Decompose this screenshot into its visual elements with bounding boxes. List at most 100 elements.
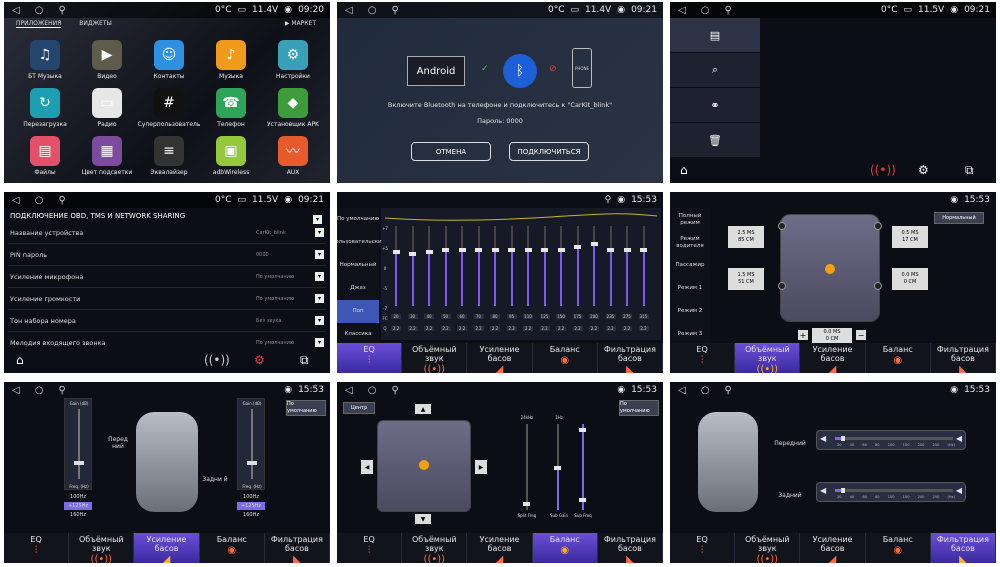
back-icon[interactable]: ◁ [678, 5, 686, 16]
home-icon[interactable]: ⌂ [680, 163, 688, 177]
eq-band-knob[interactable] [491, 247, 499, 252]
delete-icon[interactable]: 🗑 [670, 123, 760, 158]
settings-row[interactable]: Название устройства CarKit_blink ▾ [8, 222, 326, 244]
eq-band-q[interactable]: 2.2 [490, 326, 500, 331]
tab-surround[interactable]: Объёмный звук ((•)) [735, 343, 801, 373]
eq-band-knob[interactable] [590, 242, 598, 246]
home-icon[interactable]: ○ [35, 385, 44, 396]
eq-band-q[interactable]: 2.2 [622, 326, 632, 331]
window-icon[interactable]: ⧉ [965, 163, 974, 178]
surround-mode-item[interactable]: Полный режим [670, 208, 710, 231]
eq-band-q[interactable]: 2.2 [473, 326, 484, 331]
surround-mode-item[interactable]: Режим 2 [670, 300, 710, 323]
connect-button[interactable]: ПОДКЛЮЧИТЬСЯ [509, 142, 589, 161]
eq-band-freq[interactable]: 20 [391, 314, 401, 319]
eq-band-knob[interactable] [607, 247, 614, 252]
chevron-down-icon[interactable]: ▾ [315, 338, 324, 347]
eq-band-q[interactable]: 2.2 [589, 326, 599, 331]
eq-band-freq[interactable]: 50 [440, 314, 451, 319]
app-apk-installer[interactable]: ◆ Установщик APK [262, 88, 324, 128]
bluetooth-signal-icon[interactable]: ((•)) [204, 353, 230, 367]
tab-bass-boost[interactable]: Усиление басов ◢ [800, 533, 866, 563]
eq-band-freq[interactable]: 275 [622, 314, 632, 319]
eq-band-q[interactable]: 2.2 [638, 326, 649, 331]
eq-band-q[interactable]: 2.2 [539, 326, 550, 331]
eq-band-knob[interactable] [508, 247, 515, 252]
eq-preset-item[interactable]: Поп [337, 300, 379, 323]
tab-equalizer[interactable]: EQ ⫶ [337, 533, 403, 563]
tab-balance[interactable]: Баланс ◉ [200, 533, 265, 563]
delay-rl[interactable]: 1.5 MS 51 CM [728, 268, 764, 290]
tab-surround[interactable]: Объёмный звук ((•)) [402, 343, 468, 373]
eq-band-q[interactable]: 2.2 [556, 326, 566, 331]
eq-band-q[interactable]: 2.2 [457, 326, 467, 331]
eq-band-q[interactable]: 2.2 [506, 326, 517, 331]
left-arrow-button[interactable]: ◀ [361, 460, 373, 474]
tab-surround[interactable]: Объёмный звук ((•)) [69, 533, 135, 563]
tab-equalizer[interactable]: EQ ⫶ [337, 343, 403, 373]
home-icon[interactable]: ○ [368, 385, 377, 396]
settings-row[interactable]: Усиление микрофона По умолчанию ▾ [8, 266, 326, 288]
eq-band-knob[interactable] [458, 247, 466, 252]
eq-band-freq[interactable]: 175 [572, 314, 583, 319]
tab-balance[interactable]: Баланс ◉ [866, 343, 931, 373]
eq-band-freq[interactable]: 40 [424, 314, 434, 319]
app-superuser[interactable]: # Суперпользователь [138, 88, 200, 128]
front-gain-slider[interactable]: Gain (dB) Freq. (Hz) [64, 398, 92, 490]
eq-preset-item[interactable]: Пользовательские [337, 231, 385, 254]
default-button[interactable]: По умолчанию [286, 400, 326, 416]
surround-mode-item[interactable]: Пассажир [670, 254, 710, 277]
eq-band-q[interactable]: 2.2 [523, 326, 533, 331]
devices-list-icon[interactable]: ▤ [670, 18, 760, 53]
tab-bass-filter[interactable]: Фильтрация басов ◣ [598, 343, 663, 373]
center-button[interactable]: Центр [343, 402, 375, 414]
slider-knob[interactable] [74, 461, 84, 465]
tab-balance[interactable]: Баланс ◉ [532, 533, 598, 563]
tab-bass-filter[interactable]: Фильтрация басов ◣ [598, 533, 663, 563]
tab-equalizer[interactable]: EQ ⫶ [670, 533, 736, 563]
settings-row[interactable]: Тон набора номера Без звука ▾ [8, 310, 326, 332]
down-arrow-button[interactable]: ▼ [415, 514, 431, 524]
tab-bass-boost[interactable]: Усиление басов ◢ [467, 343, 533, 373]
app-files[interactable]: ▤ Файлы [14, 136, 76, 176]
front-filter-slider[interactable]: ◀ ◀ 20 40 60 80 100 150 200 250 (Hz) [816, 430, 966, 450]
app-radio[interactable]: ▭ Радио [76, 88, 138, 128]
default-button[interactable]: По умолчанию [619, 400, 659, 416]
eq-band-q[interactable]: 2.2 [407, 326, 418, 331]
up-arrow-button[interactable]: ▲ [415, 404, 431, 414]
eq-band-knob[interactable] [574, 245, 581, 250]
tab-balance[interactable]: Баланс ◉ [866, 533, 931, 563]
eq-band-q[interactable]: 2.2 [391, 326, 401, 331]
app-backlight-color[interactable]: ▦ Цвет подсветки [76, 136, 138, 176]
tab-bass-boost[interactable]: Усиление басов ◢ [800, 343, 866, 373]
eq-band-knob[interactable] [640, 247, 647, 252]
tab-surround[interactable]: Объёмный звук ((•)) [402, 533, 468, 563]
plus-button[interactable]: + [798, 330, 808, 340]
eq-preset-item[interactable]: По умолчанию [337, 208, 379, 231]
eq-band-knob[interactable] [409, 251, 416, 256]
tab-bass-boost[interactable]: Усиление басов ◢ [467, 533, 533, 563]
split-freq-slider[interactable] [526, 424, 528, 510]
tab-widgets[interactable]: ВИДЖЕТЫ [79, 20, 112, 28]
eq-band-knob[interactable] [425, 250, 433, 254]
eq-preset-item[interactable]: Джаз [337, 277, 379, 300]
eq-band-freq[interactable]: 315 [638, 314, 649, 319]
chevron-down-icon[interactable]: ▾ [315, 294, 324, 303]
app-contacts[interactable]: ☺ Контакты [138, 40, 200, 80]
tab-equalizer[interactable]: EQ ⫶ [670, 343, 736, 373]
eq-band-q[interactable]: 2.2 [605, 326, 616, 331]
app-settings[interactable]: ⚙ Настройки [262, 40, 324, 80]
eq-band-q[interactable]: 2.2 [572, 326, 583, 331]
eq-band-freq[interactable]: 125 [539, 314, 550, 319]
search-icon[interactable]: ⌕ [670, 53, 760, 88]
eq-band-knob[interactable] [442, 247, 449, 252]
eq-band-knob[interactable] [623, 247, 631, 252]
sound-position-marker[interactable] [825, 264, 835, 274]
back-icon[interactable]: ◁ [678, 385, 686, 396]
chevron-down-icon[interactable]: ▾ [315, 250, 324, 259]
right-arrow-button[interactable]: ▶ [475, 460, 487, 474]
delay-rr[interactable]: 0.0 MS 0 CM [892, 268, 928, 290]
cancel-button[interactable]: ОТМЕНА [411, 142, 491, 161]
app-reload[interactable]: ↻ Перезагрузка [14, 88, 76, 128]
tab-balance[interactable]: Баланс ◉ [533, 343, 598, 373]
